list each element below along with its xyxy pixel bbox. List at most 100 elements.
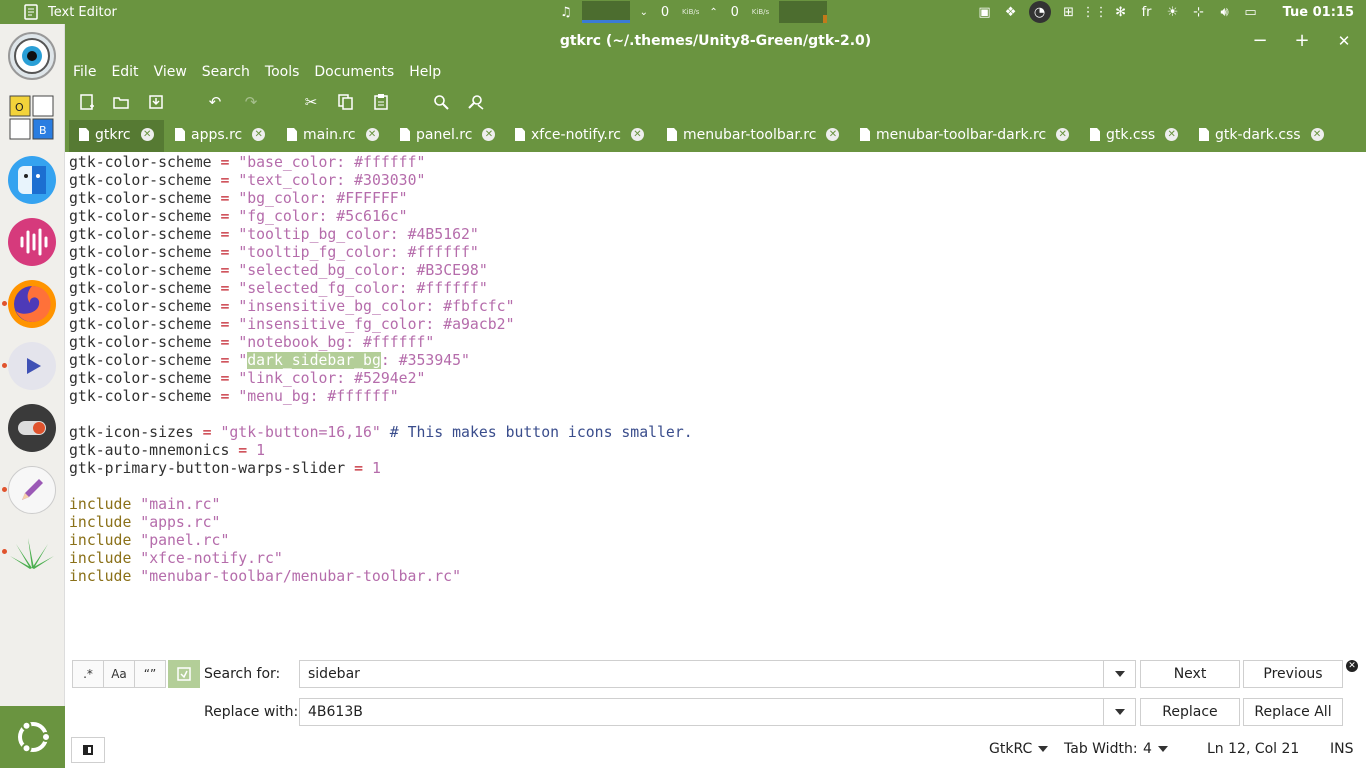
launcher-text-editor[interactable] xyxy=(8,466,56,514)
copy-icon[interactable] xyxy=(334,90,358,114)
close-tab-icon[interactable]: ✕ xyxy=(1165,128,1179,141)
tab-width-label[interactable]: Tab Width: xyxy=(1064,741,1138,757)
svg-text:O: O xyxy=(15,101,24,114)
document-icon xyxy=(860,128,870,141)
code-line: gtk-color-scheme = "insensitive_bg_color… xyxy=(69,298,515,315)
launcher-agave-app[interactable] xyxy=(8,528,56,576)
launcher-finder[interactable] xyxy=(8,156,56,204)
player-running-indicator xyxy=(2,363,7,368)
side-panel-toggle[interactable] xyxy=(71,737,105,763)
close-tab-icon[interactable]: ✕ xyxy=(140,128,154,141)
close-tab-icon[interactable]: ✕ xyxy=(252,128,266,141)
tab-apps-rc[interactable]: apps.rc ✕ xyxy=(165,120,275,152)
search-history-dropdown[interactable] xyxy=(1104,660,1136,688)
search-input[interactable]: sidebar xyxy=(299,660,1104,688)
close-tab-icon[interactable]: ✕ xyxy=(1310,128,1324,141)
firefox-icon xyxy=(14,285,51,322)
close-tab-icon[interactable]: ✕ xyxy=(1056,128,1070,141)
code-line: gtk-color-scheme = "notebook_bg: #ffffff… xyxy=(69,334,435,351)
document-icon xyxy=(1090,128,1100,141)
tab-menubar-toolbar-dark-rc[interactable]: menubar-toolbar-dark.rc ✕ xyxy=(850,120,1079,152)
tab-menubar-toolbar-rc[interactable]: menubar-toolbar.rc ✕ xyxy=(657,120,849,152)
music-icon[interactable]: ♫ xyxy=(560,5,572,20)
find-icon[interactable] xyxy=(429,90,453,114)
keyboard-layout[interactable]: fr xyxy=(1139,4,1155,20)
launcher-eye-app[interactable] xyxy=(8,32,56,80)
tab-panel-rc[interactable]: panel.rc ✕ xyxy=(390,120,505,152)
find-replace-icon[interactable] xyxy=(464,90,488,114)
tab-gtk-dark-css[interactable]: gtk-dark.css ✕ xyxy=(1189,120,1334,152)
replace-button[interactable]: Replace xyxy=(1140,698,1240,726)
maximize-button[interactable]: + xyxy=(1290,30,1314,54)
audio-wave-icon[interactable]: ⋮⋮ xyxy=(1082,4,1108,20)
audio-wave-app-icon xyxy=(20,228,48,256)
battery-icon[interactable]: ▭ xyxy=(1243,4,1259,20)
statusbar: GtkRC Tab Width: 4 Ln 12, Col 21 INS xyxy=(65,732,1366,768)
menu-edit[interactable]: Edit xyxy=(111,64,138,80)
menu-tools[interactable]: Tools xyxy=(265,64,300,80)
undo-icon[interactable]: ↶ xyxy=(203,90,227,114)
whole-word-toggle[interactable]: “” xyxy=(134,660,166,688)
net-up-unit: KiB/s xyxy=(751,8,770,16)
next-button[interactable]: Next xyxy=(1140,660,1240,688)
paste-icon[interactable] xyxy=(369,90,393,114)
previous-button[interactable]: Previous xyxy=(1243,660,1343,688)
launcher-firefox[interactable] xyxy=(8,280,56,328)
cut-icon[interactable]: ✂ xyxy=(299,90,323,114)
firefox-running-indicator xyxy=(2,301,7,306)
tab-xfce-notify-rc[interactable]: xfce-notify.rc ✕ xyxy=(505,120,654,152)
launcher-workspace-switcher[interactable]: OB xyxy=(8,94,56,142)
tab-gtk-css[interactable]: gtk.css ✕ xyxy=(1080,120,1188,152)
window-titlebar[interactable]: gtkrc (~/.themes/Unity8-Green/gtk-2.0) −… xyxy=(65,24,1366,60)
replace-all-button[interactable]: Replace All xyxy=(1243,698,1343,726)
close-tab-icon[interactable]: ✕ xyxy=(365,128,379,141)
network-indicator[interactable]: ♫ ⌄ 0 KiB/s ⌃ 0 KiB/s xyxy=(560,0,828,24)
replace-with-label: Replace with: xyxy=(204,704,299,720)
clock-app-icon[interactable]: ◔ xyxy=(1028,1,1051,23)
menu-search[interactable]: Search xyxy=(202,64,250,80)
workspaces-icon[interactable]: ⊞ xyxy=(1061,4,1077,20)
close-tab-icon[interactable]: ✕ xyxy=(826,128,840,141)
volume-icon[interactable]: 🔊︎ xyxy=(1217,4,1233,20)
launcher-toggle-app[interactable] xyxy=(8,404,56,452)
tab-width-selector[interactable]: 4 xyxy=(1143,741,1168,757)
network-icon[interactable]: ⊹ xyxy=(1191,4,1207,20)
close-window-button[interactable]: ✕ xyxy=(1332,30,1356,54)
clock[interactable]: Tue 01:15 xyxy=(1283,5,1354,20)
replace-history-dropdown[interactable] xyxy=(1104,698,1136,726)
app-menu[interactable]: Text Editor xyxy=(0,4,200,20)
eye-icon xyxy=(14,38,50,74)
menu-file[interactable]: File xyxy=(73,64,96,80)
code-line: gtk-color-scheme = "bg_color: #FFFFFF" xyxy=(69,190,408,207)
document-icon xyxy=(400,128,410,141)
replace-input[interactable]: 4B613B xyxy=(299,698,1104,726)
radio-icon[interactable]: ▣ xyxy=(977,4,993,20)
close-search-bar-icon[interactable]: ✕ xyxy=(1346,660,1358,672)
new-document-icon[interactable] xyxy=(75,90,99,114)
close-tab-icon[interactable]: ✕ xyxy=(482,128,496,141)
ubuntu-dash-button[interactable] xyxy=(0,706,65,768)
net-up-speed: 0 xyxy=(730,4,739,20)
dropbox-icon[interactable]: ❖ xyxy=(1003,4,1019,20)
launcher-media-player[interactable] xyxy=(8,342,56,390)
in-selection-toggle[interactable] xyxy=(168,660,200,688)
match-case-toggle[interactable]: Aa xyxy=(103,660,135,688)
bluetooth-icon[interactable]: ✻ xyxy=(1113,4,1129,20)
menu-help[interactable]: Help xyxy=(409,64,441,80)
minimize-button[interactable]: − xyxy=(1248,30,1272,54)
code-line: include "xfce-notify.rc" xyxy=(69,550,283,567)
tab-main-rc[interactable]: main.rc ✕ xyxy=(277,120,389,152)
tab-gtkrc[interactable]: gtkrc ✕ xyxy=(69,120,164,152)
save-icon[interactable] xyxy=(144,90,168,114)
open-folder-icon[interactable] xyxy=(109,90,133,114)
language-selector[interactable]: GtkRC xyxy=(989,741,1048,757)
launcher-audio-recorder[interactable] xyxy=(8,218,56,266)
regex-toggle[interactable]: .* xyxy=(72,660,104,688)
menu-view[interactable]: View xyxy=(154,64,187,80)
brightness-icon[interactable]: ☀ xyxy=(1165,4,1181,20)
text-editor-area[interactable]: gtk-color-scheme = "base_color: #ffffff"… xyxy=(65,152,1366,658)
close-tab-icon[interactable]: ✕ xyxy=(630,128,644,141)
code-line: gtk-color-scheme = "base_color: #ffffff" xyxy=(69,154,426,171)
redo-icon[interactable]: ↷ xyxy=(239,90,263,114)
menu-documents[interactable]: Documents xyxy=(314,64,394,80)
